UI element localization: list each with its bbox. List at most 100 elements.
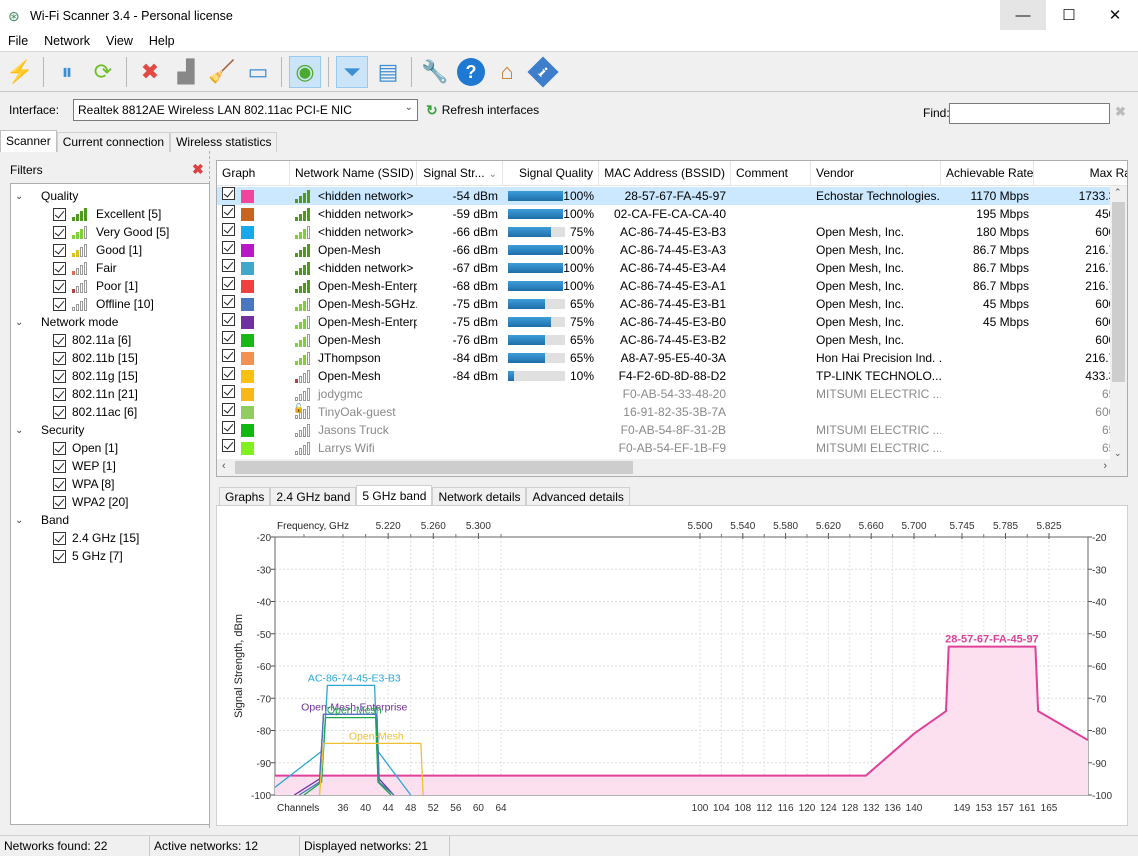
filter-item[interactable]: Poor [1] — [53, 277, 138, 295]
alert-button[interactable]: ◉ — [289, 55, 321, 88]
chevron-down-icon[interactable]: ⌄ — [15, 191, 29, 202]
filter-item[interactable]: Good [1] — [53, 241, 142, 259]
about-button[interactable]: ℹ — [527, 55, 559, 88]
filter-group-network-mode[interactable]: ⌄ Network mode — [15, 313, 118, 331]
table-row[interactable]: Open-Mesh-5GHz... -75 dBm 65% AC-86-74-45-E… — [217, 295, 1127, 313]
checkbox[interactable] — [53, 369, 66, 383]
chevron-down-icon[interactable]: ⌄ — [15, 425, 29, 436]
graph-checkbox[interactable] — [222, 421, 235, 434]
column-header-achievable-rate[interactable]: Achievable Rate — [941, 161, 1034, 186]
graph-checkbox[interactable] — [222, 403, 235, 416]
table-row[interactable]: Larrys Wifi F0-AB-54-EF-1B-F9 MITSUMI ELEC… — [217, 439, 1127, 457]
table-row[interactable]: 🔓TinyOak-guest16-91-82-35-3B-7A600 Mbp — [217, 403, 1127, 421]
tab-graphs[interactable]: Graphs — [219, 487, 271, 506]
column-header-mac-address[interactable]: MAC Address (BSSID) — [599, 161, 731, 186]
filter-item[interactable]: Very Good [5] — [53, 223, 169, 241]
column-header-ssid[interactable]: Network Name (SSID) — [290, 161, 417, 186]
table-row[interactable]: <hidden network> -54 dBm 100% 28-57-67-FA-4… — [217, 187, 1127, 205]
filter-item[interactable]: WPA2 [20] — [53, 493, 128, 511]
home-button[interactable]: ⌂ — [491, 56, 523, 88]
menu-view[interactable]: View — [98, 34, 141, 48]
pause-button[interactable]: ⏸ — [51, 56, 83, 88]
tab-advanced-details[interactable]: Advanced details — [526, 487, 630, 506]
column-header-signal-strength[interactable]: Signal Str... ⌄ — [417, 161, 503, 186]
tab-network-details[interactable]: Network details — [432, 487, 527, 506]
scroll-right-icon[interactable]: › — [1103, 460, 1107, 472]
scroll-thumb[interactable] — [235, 461, 633, 474]
table-row[interactable]: Open-Mesh-Enterp... -75 dBm 75% AC-86-74-45… — [217, 313, 1127, 331]
filter-button[interactable]: ⏷ — [336, 55, 368, 88]
refresh-button[interactable]: ⟳ — [87, 56, 119, 88]
table-row[interactable]: Jasons Truck F0-AB-54-8F-31-2B MITSUMI ELE… — [217, 421, 1127, 439]
column-header-signal-quality[interactable]: Signal Quality — [503, 161, 599, 186]
table-row[interactable]: jodygmc F0-AB-54-33-48-20 MITSUMI ELECTRIC… — [217, 385, 1127, 403]
filter-item[interactable]: 802.11g [15] — [53, 367, 138, 385]
checkbox[interactable] — [53, 297, 66, 311]
checkbox[interactable] — [53, 279, 66, 293]
filter-item[interactable]: 5 GHz [7] — [53, 547, 123, 565]
menu-network[interactable]: Network — [36, 34, 98, 48]
clear-filters-icon[interactable]: ✖ — [192, 161, 204, 178]
help-button[interactable]: ? — [455, 56, 487, 88]
filter-item[interactable]: Offline [10] — [53, 295, 154, 313]
filter-item[interactable]: 802.11ac [6] — [53, 403, 137, 421]
filter-item[interactable]: Open [1] — [53, 439, 118, 457]
select-window-button[interactable]: ▭ — [242, 56, 274, 88]
maximize-button[interactable]: ☐ — [1046, 0, 1092, 30]
graph-checkbox[interactable] — [222, 349, 235, 362]
checkbox[interactable] — [53, 531, 66, 545]
checkbox[interactable] — [53, 441, 66, 455]
graph-checkbox[interactable] — [222, 241, 235, 254]
interface-select[interactable]: Realtek 8812AE Wireless LAN 802.11ac PCI… — [73, 99, 418, 121]
table-row[interactable]: <hidden network> -66 dBm 75% AC-86-74-45-E3… — [217, 223, 1127, 241]
filter-item[interactable]: WPA [8] — [53, 475, 114, 493]
filter-group-band[interactable]: ⌄ Band — [15, 511, 69, 529]
column-header-max-rate[interactable]: Max Rate — [1034, 161, 1127, 186]
find-input[interactable] — [949, 103, 1110, 124]
table-row[interactable]: <hidden network> -67 dBm 100% AC-86-74-45-E… — [217, 259, 1127, 277]
graph-checkbox[interactable] — [222, 259, 235, 272]
scroll-thumb[interactable] — [1112, 202, 1125, 382]
table-row[interactable]: Open-Mesh -84 dBm 10% F4-F2-6D-8D-88-D2 TP-L… — [217, 367, 1127, 385]
table-row[interactable]: <hidden network> -59 dBm 100% 02-CA-FE-CA-C… — [217, 205, 1127, 223]
tab-wireless-statistics[interactable]: Wireless statistics — [170, 132, 278, 152]
graph-checkbox[interactable] — [222, 223, 235, 236]
checkbox[interactable] — [53, 333, 66, 347]
refresh-interfaces-button[interactable]: ↻ Refresh interfaces — [426, 102, 539, 119]
graph-checkbox[interactable] — [222, 313, 235, 326]
checkbox[interactable] — [53, 477, 66, 491]
minimize-button[interactable]: — — [1000, 0, 1046, 30]
graph-checkbox[interactable] — [222, 295, 235, 308]
clean-button[interactable]: 🧹 — [206, 56, 238, 88]
scroll-left-icon[interactable]: ‹ — [222, 460, 226, 472]
graph-checkbox[interactable] — [222, 367, 235, 380]
filter-item[interactable]: 2.4 GHz [15] — [53, 529, 139, 547]
graph-checkbox[interactable] — [222, 439, 235, 452]
tab-scanner[interactable]: Scanner — [0, 130, 57, 152]
checkbox[interactable] — [53, 405, 66, 419]
checkbox[interactable] — [53, 495, 66, 509]
table-row[interactable]: JThompson -84 dBm 65% A8-A7-95-E5-40-3A Hon … — [217, 349, 1127, 367]
column-header-comment[interactable]: Comment — [731, 161, 811, 186]
checkbox[interactable] — [53, 243, 66, 257]
filter-item[interactable]: 802.11a [6] — [53, 331, 131, 349]
filter-item[interactable]: 802.11n [21] — [53, 385, 138, 403]
tab-current-connection[interactable]: Current connection — [56, 132, 171, 152]
filter-item[interactable]: Fair — [53, 259, 117, 277]
tab-5-ghz-band[interactable]: 5 GHz band — [356, 485, 433, 506]
graph-checkbox[interactable] — [222, 385, 235, 398]
checkbox[interactable] — [53, 549, 66, 563]
filter-item[interactable]: Excellent [5] — [53, 205, 161, 223]
start-scan-button[interactable]: ⚡ — [4, 56, 36, 88]
checkbox[interactable] — [53, 387, 66, 401]
graph-checkbox[interactable] — [222, 187, 235, 200]
checkbox[interactable] — [53, 261, 66, 275]
scroll-down-icon[interactable]: ⌄ — [1114, 448, 1122, 459]
checkbox[interactable] — [53, 225, 66, 239]
horizontal-scrollbar[interactable]: ‹ › — [217, 459, 1127, 476]
filter-item[interactable]: WEP [1] — [53, 457, 116, 475]
menu-file[interactable]: File — [0, 34, 36, 48]
graph-checkbox[interactable] — [222, 205, 235, 218]
chevron-down-icon[interactable]: ⌄ — [15, 515, 29, 526]
graph-checkbox[interactable] — [222, 331, 235, 344]
